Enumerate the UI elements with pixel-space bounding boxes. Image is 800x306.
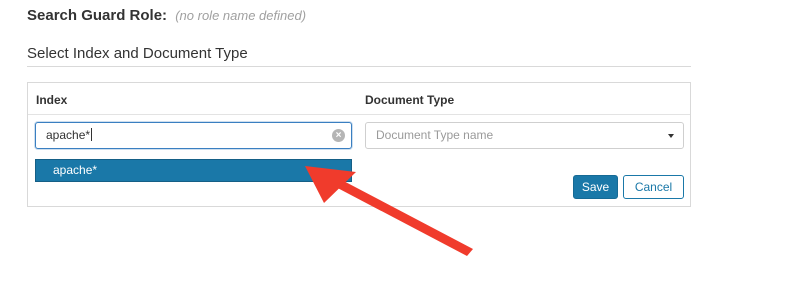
- text-caret: [91, 128, 93, 141]
- section-divider: [27, 66, 691, 67]
- role-label: Search Guard Role:: [27, 7, 168, 24]
- role-title: Search Guard Role: (no role name defined…: [27, 7, 306, 24]
- chevron-down-icon: [668, 134, 674, 138]
- index-input-value: apache*: [46, 128, 91, 142]
- index-doctype-panel: Index Document Type apache* × apache* Do…: [27, 82, 691, 207]
- role-name-placeholder: (no role name defined): [175, 8, 307, 23]
- index-input[interactable]: apache* ×: [35, 122, 352, 149]
- index-suggestion-item[interactable]: apache*: [35, 159, 352, 182]
- page: Search Guard Role: (no role name defined…: [0, 0, 800, 306]
- index-column-header: Index: [36, 93, 68, 107]
- header-divider: [28, 114, 690, 115]
- clear-icon[interactable]: ×: [332, 129, 345, 142]
- cancel-button[interactable]: Cancel: [623, 175, 684, 199]
- index-suggestion-label: apache*: [53, 163, 98, 177]
- section-title: Select Index and Document Type: [27, 45, 248, 62]
- document-type-column-header: Document Type: [365, 93, 455, 107]
- document-type-select[interactable]: Document Type name: [365, 122, 684, 149]
- document-type-placeholder: Document Type name: [376, 128, 494, 142]
- save-button[interactable]: Save: [573, 175, 618, 199]
